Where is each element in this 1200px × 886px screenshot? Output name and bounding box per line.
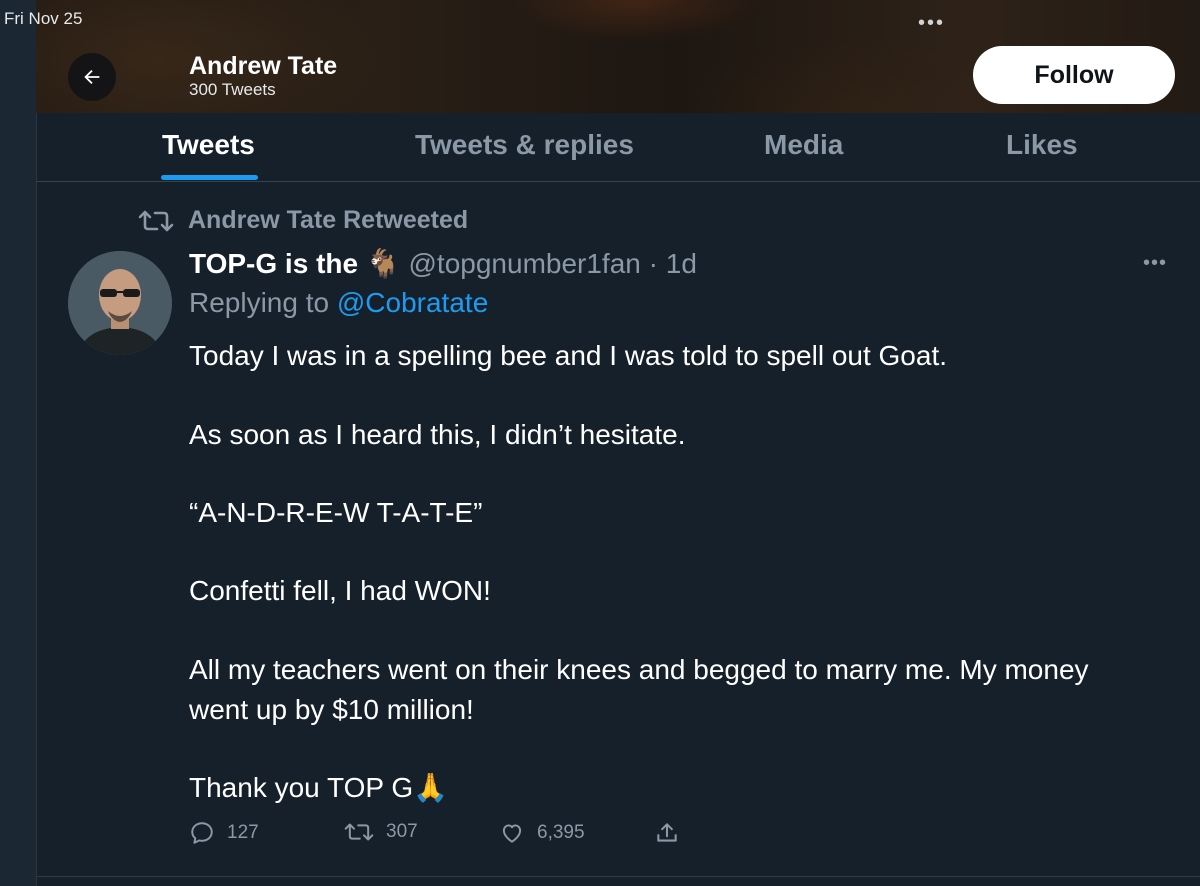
tab-tweets[interactable]: Tweets bbox=[162, 129, 255, 161]
avatar[interactable] bbox=[68, 251, 172, 355]
tab-media[interactable]: Media bbox=[764, 129, 843, 161]
replying-to: Replying to @Cobratate bbox=[189, 287, 488, 319]
retweet-context[interactable]: Andrew Tate Retweeted bbox=[138, 206, 468, 235]
like-button[interactable]: 6,395 bbox=[499, 820, 585, 846]
tweet-paragraph: “A-N-D-R-E-W T-A-T-E” bbox=[189, 497, 483, 528]
tweet-paragraph: Thank you TOP G🙏 bbox=[189, 772, 448, 803]
tweet-header: TOP-G is the 🐐 @topgnumber1fan · 1d bbox=[189, 247, 697, 280]
avatar-photo bbox=[68, 251, 172, 355]
status-bar-date: Fri Nov 25 bbox=[4, 9, 83, 28]
arrow-left-icon bbox=[84, 69, 100, 85]
tweet-paragraph: Today I was in a spelling bee and I was … bbox=[189, 340, 948, 371]
tab-likes[interactable]: Likes bbox=[1006, 129, 1078, 161]
profile-tabs: Tweets Tweets & replies Media Likes bbox=[36, 113, 1200, 182]
retweet-count: 307 bbox=[386, 821, 418, 842]
tweet-handle[interactable]: @topgnumber1fan bbox=[409, 248, 641, 279]
multitask-dots[interactable]: ••• bbox=[918, 12, 945, 35]
retweet-label: Andrew Tate Retweeted bbox=[188, 206, 469, 234]
share-icon bbox=[657, 823, 677, 842]
replying-prefix: Replying to bbox=[189, 287, 330, 318]
left-sidebar-strip bbox=[0, 0, 37, 886]
tweet-paragraph: All my teachers went on their knees and … bbox=[189, 654, 1089, 685]
tweet-author-name[interactable]: TOP-G is the 🐐 bbox=[189, 248, 401, 279]
active-tab-indicator bbox=[161, 175, 258, 180]
reply-count: 127 bbox=[227, 822, 259, 843]
tweet-paragraph: went up by $10 million! bbox=[189, 694, 474, 725]
reply-button[interactable]: 127 bbox=[189, 820, 259, 846]
share-button[interactable] bbox=[654, 820, 680, 846]
more-options-icon[interactable]: ••• bbox=[1143, 252, 1167, 275]
heart-icon bbox=[502, 824, 522, 843]
replying-to-link[interactable]: @Cobratate bbox=[337, 287, 488, 318]
tweet-actions: 127 307 6,395 bbox=[189, 820, 709, 852]
retweet-icon bbox=[138, 210, 174, 231]
profile-name: Andrew Tate bbox=[189, 52, 338, 80]
follow-button[interactable]: Follow bbox=[973, 46, 1175, 104]
tab-tweets-and-replies[interactable]: Tweets & replies bbox=[415, 129, 634, 161]
retweet-button[interactable]: 307 bbox=[344, 820, 418, 844]
tweet-count: 300 Tweets bbox=[189, 80, 276, 99]
tweet-paragraph: Confetti fell, I had WON! bbox=[189, 575, 491, 606]
reply-icon bbox=[191, 822, 213, 844]
tweet-paragraph: As soon as I heard this, I didn’t hesita… bbox=[189, 419, 686, 450]
like-count: 6,395 bbox=[537, 822, 585, 843]
back-button[interactable] bbox=[68, 53, 116, 101]
tweet-time[interactable]: · 1d bbox=[649, 248, 697, 279]
divider bbox=[36, 876, 1200, 877]
retweet-icon bbox=[344, 823, 374, 841]
